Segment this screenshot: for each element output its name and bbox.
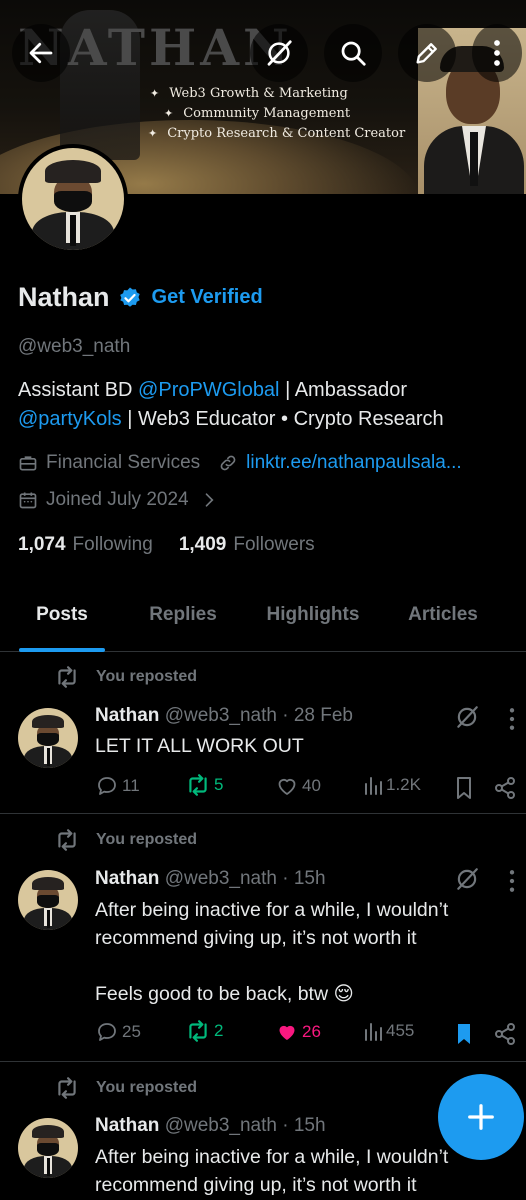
tab-articles[interactable]: Articles <box>394 594 492 652</box>
post-text: LET IT ALL WORK OUT <box>95 735 304 757</box>
more-options-button[interactable] <box>472 24 522 82</box>
search-icon <box>341 41 366 66</box>
bio-mention-link[interactable]: @partyKols <box>18 408 122 430</box>
website-link[interactable]: linktr.ee/nathanpaulsala... <box>246 452 462 474</box>
repost-button[interactable]: 2 <box>185 1020 223 1042</box>
calendar-icon <box>19 492 37 509</box>
repost-icon <box>58 829 76 851</box>
profile-joined-row[interactable]: Joined July 2024 <box>18 489 245 511</box>
analytics-icon <box>365 1023 382 1041</box>
verified-badge-icon <box>119 287 140 307</box>
profile-name: Nathan <box>18 282 110 312</box>
reply-icon <box>98 777 116 795</box>
post-header: Nathan @web3_nath · 15h <box>95 1115 326 1137</box>
reply-button[interactable]: 11 <box>95 774 140 798</box>
compose-post-button[interactable] <box>438 1074 524 1160</box>
repost-indicator: You reposted <box>54 1077 197 1099</box>
banner-bullet: ✦ Web3 Growth & Marketing <box>150 86 348 101</box>
avatar-image <box>22 148 124 250</box>
back-arrow-icon <box>29 42 53 64</box>
post-author-name[interactable]: Nathan <box>95 705 159 726</box>
profile-website[interactable]: linktr.ee/nathanpaulsala... <box>218 452 462 474</box>
post-avatar[interactable] <box>18 870 78 930</box>
repost-icon <box>58 1077 76 1099</box>
reply-button[interactable]: 25 <box>95 1020 141 1044</box>
grok-icon[interactable] <box>454 866 480 892</box>
analytics-icon <box>365 777 382 795</box>
briefcase-icon <box>19 456 37 471</box>
profile-category: Financial Services <box>18 452 200 474</box>
post-item[interactable]: You reposted Nathan @web3_nath · 28 Feb … <box>0 652 526 814</box>
repost-icon <box>58 666 76 688</box>
chevron-right-icon <box>205 493 214 507</box>
edit-icon <box>416 43 437 64</box>
avatar-image <box>18 870 78 930</box>
repost-button[interactable]: 5 <box>185 774 223 796</box>
avatar-image <box>18 708 78 768</box>
post-avatar[interactable] <box>18 1118 78 1178</box>
views-button[interactable]: 1.2K <box>363 774 421 796</box>
profile-name-row: Nathan Get Verified <box>18 282 263 313</box>
edit-button[interactable] <box>398 24 456 82</box>
follow-stats: 1,074 Following 1,409 Followers <box>18 534 341 556</box>
post-handle-time: @web3_nath · 28 Feb <box>164 705 353 726</box>
plus-icon <box>468 1104 494 1130</box>
tab-posts[interactable]: Posts <box>19 594 105 652</box>
share-icon[interactable] <box>493 776 517 800</box>
more-vertical-icon <box>494 40 500 66</box>
grok-icon[interactable] <box>454 704 480 730</box>
profile-tabs: Posts Replies Highlights Articles <box>0 594 526 652</box>
tab-highlights[interactable]: Highlights <box>252 594 374 652</box>
post-handle-time: @web3_nath · 15h <box>164 868 326 889</box>
banner-bullet-list: ✦ Web3 Growth & Marketing ✦ Community Mana… <box>148 84 406 144</box>
tab-replies[interactable]: Replies <box>130 594 236 652</box>
profile-avatar[interactable] <box>18 144 128 254</box>
views-button[interactable]: 455 <box>363 1020 414 1042</box>
post-author-name[interactable]: Nathan <box>95 868 159 889</box>
post-author-name[interactable]: Nathan <box>95 1115 159 1136</box>
share-icon[interactable] <box>493 1022 517 1046</box>
bio-mention-link[interactable]: @ProPWGlobal <box>138 379 279 401</box>
post-avatar[interactable] <box>18 708 78 768</box>
reply-icon <box>98 1023 116 1041</box>
followers-label[interactable]: Followers <box>233 534 314 556</box>
profile-bio: Assistant BD @ProPWGlobal | Ambassador @… <box>18 379 444 430</box>
back-button[interactable] <box>12 24 70 82</box>
post-actions: 25 2 26 455 <box>95 1020 515 1050</box>
post-actions: 11 5 40 1.2K <box>95 774 515 804</box>
like-button[interactable]: 40 <box>275 774 321 798</box>
banner-bullet: ✦ Crypto Research & Content Creator <box>148 126 406 141</box>
repost-icon <box>189 1020 207 1042</box>
repost-icon <box>189 774 207 796</box>
search-button[interactable] <box>324 24 382 82</box>
post-text: After being inactive for a while, I woul… <box>95 899 449 1005</box>
more-vertical-icon[interactable] <box>508 706 516 732</box>
grok-button[interactable] <box>250 24 308 82</box>
repost-indicator: You reposted <box>54 666 197 688</box>
following-count[interactable]: 1,074 <box>18 534 66 556</box>
bookmark-filled-icon[interactable] <box>453 1022 475 1046</box>
followers-count[interactable]: 1,409 <box>179 534 227 556</box>
repost-indicator: You reposted <box>54 829 197 851</box>
grok-icon <box>267 40 292 66</box>
profile-meta-row: Financial Services linktr.ee/nathanpauls… <box>18 452 480 474</box>
heart-filled-icon <box>279 1025 295 1040</box>
profile-handle: @web3_nath <box>18 336 131 357</box>
post-handle-time: @web3_nath · 15h <box>164 1115 326 1136</box>
heart-icon <box>278 778 296 795</box>
banner-bullet: ✦ Community Management <box>164 106 351 121</box>
post-text: After being inactive for a while, I woul… <box>95 1146 449 1196</box>
bookmark-icon[interactable] <box>453 776 475 800</box>
post-header: Nathan @web3_nath · 15h <box>95 868 326 890</box>
joined-date: Joined July 2024 <box>18 489 227 511</box>
avatar-image <box>18 1118 78 1178</box>
post-item[interactable]: You reposted Nathan @web3_nath · 15h Aft… <box>0 814 526 1062</box>
post-header: Nathan @web3_nath · 28 Feb <box>95 705 353 727</box>
like-button[interactable]: 26 <box>275 1020 321 1044</box>
link-icon <box>220 455 236 471</box>
following-label[interactable]: Following <box>73 534 153 556</box>
more-vertical-icon[interactable] <box>508 868 516 894</box>
get-verified-link[interactable]: Get Verified <box>152 286 263 309</box>
